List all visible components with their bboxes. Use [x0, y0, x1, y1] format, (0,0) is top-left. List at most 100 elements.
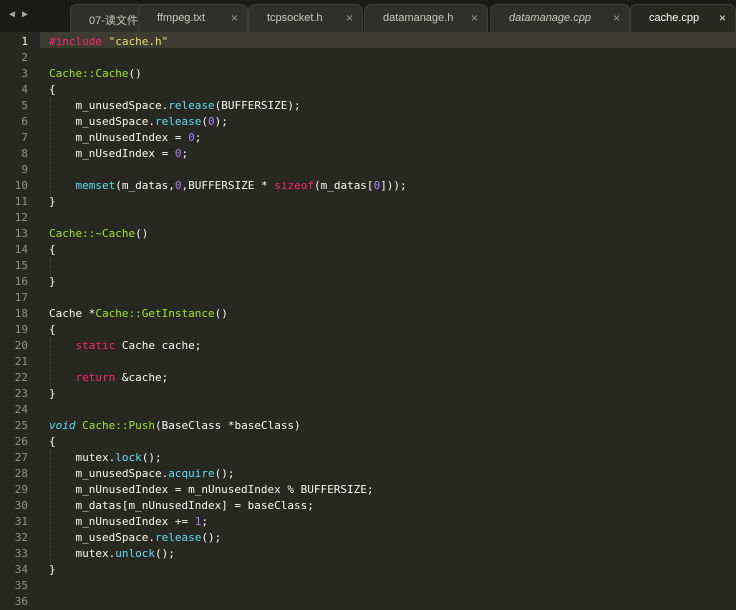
code-token: mutex. — [49, 451, 116, 464]
code-line[interactable]: m_unusedSpace.acquire(); — [49, 466, 234, 482]
code-token: &cache; — [115, 371, 169, 384]
line-number: 5 — [21, 99, 28, 112]
code-token: return — [75, 371, 116, 384]
tab-ffmpeg-txt[interactable]: ffmpeg.txt × — [138, 4, 248, 32]
code-token: ,BUFFERSIZE * — [181, 179, 275, 192]
code-line[interactable]: return &cache; — [49, 370, 169, 386]
line-number: 30 — [14, 499, 28, 512]
indent-guide — [50, 450, 51, 562]
code-token: m_datas[m_nUnusedIndex] = baseClass; — [49, 499, 314, 512]
tab-label: ffmpeg.txt — [157, 12, 206, 24]
line-number: 8 — [21, 147, 28, 160]
code-line[interactable]: Cache *Cache::GetInstance() — [49, 306, 228, 322]
code-line[interactable]: Cache::~Cache() — [49, 226, 148, 242]
code-line[interactable]: m_datas[m_nUnusedIndex] = baseClass; — [49, 498, 314, 514]
code-token: Cache::Push — [82, 419, 155, 432]
code-token: 0 — [207, 115, 215, 128]
indent-guide — [50, 258, 51, 274]
code-line[interactable]: m_usedSpace.release(0); — [49, 114, 228, 130]
code-line[interactable]: { — [49, 434, 56, 450]
code-token: memset — [75, 179, 116, 192]
tab-label: tcpsocket.h — [267, 12, 323, 24]
code-token: 0 — [188, 131, 195, 144]
code-line[interactable]: memset(m_datas,0,BUFFERSIZE * sizeof(m_d… — [49, 178, 407, 194]
code-line[interactable]: Cache::Cache() — [49, 66, 142, 82]
code-line[interactable]: m_nUnusedIndex += 1; — [49, 514, 207, 530]
code-token: { — [49, 435, 56, 448]
back-arrow-icon[interactable]: ◀ — [9, 9, 15, 20]
code-token: (); — [154, 547, 175, 560]
code-token: () — [214, 307, 228, 320]
code-line[interactable]: #include "cache.h" — [49, 34, 168, 50]
indent-guide — [50, 98, 51, 194]
code-editor[interactable]: #include "cache.h" Cache::Cache(){ m_unus… — [0, 32, 736, 608]
line-number: 34 — [14, 563, 28, 576]
code-token: m_nUnusedIndex = m_nUnusedIndex % BUFFER… — [49, 483, 374, 496]
code-line[interactable]: { — [49, 322, 56, 338]
code-token: (); — [141, 451, 162, 464]
code-line[interactable]: { — [49, 242, 56, 258]
code-token: { — [49, 243, 56, 256]
code-line[interactable]: mutex.unlock(); — [49, 546, 175, 562]
tab-label: cache.cpp — [649, 12, 700, 24]
line-number: 27 — [14, 451, 28, 464]
code-token: } — [49, 563, 56, 576]
close-icon[interactable]: × — [346, 11, 353, 25]
indent-guide — [50, 338, 51, 386]
code-line[interactable]: } — [49, 386, 56, 402]
code-line[interactable]: } — [49, 194, 56, 210]
code-line[interactable]: mutex.lock(); — [49, 450, 162, 466]
code-line[interactable]: m_nUsedIndex = 0; — [49, 146, 188, 162]
line-number: 6 — [21, 115, 28, 128]
code-token: } — [49, 195, 56, 208]
code-token: m_usedSpace. — [49, 531, 155, 544]
code-token: () — [135, 227, 149, 240]
code-token: mutex. — [49, 547, 116, 560]
code-token: m_usedSpace. — [49, 115, 155, 128]
code-token: (BUFFERSIZE); — [214, 99, 301, 112]
code-line[interactable]: } — [49, 562, 56, 578]
tab-datamanage-cpp[interactable]: datamanage.cpp × — [490, 4, 630, 32]
close-icon[interactable]: × — [613, 11, 620, 25]
code-line[interactable]: m_nUnusedIndex = 0; — [49, 130, 201, 146]
tab-cache-cpp[interactable]: cache.cpp × — [630, 4, 736, 32]
code-line[interactable]: static Cache cache; — [49, 338, 202, 354]
code-token: unlock — [115, 547, 155, 560]
code-token: m_unusedSpace. — [49, 467, 169, 480]
code-token: } — [49, 275, 56, 288]
code-token: ); — [214, 115, 228, 128]
line-number: 19 — [14, 323, 28, 336]
line-number: 1 — [21, 35, 28, 48]
code-token: m_nUsedIndex = — [49, 147, 175, 160]
tab-tcpsocket-h[interactable]: tcpsocket.h × — [248, 4, 363, 32]
code-token: Cache::Cache — [49, 67, 129, 80]
code-line[interactable]: { — [49, 82, 56, 98]
tab-bar: ◀ ▶ 07-读文件f ffmpeg.txt × tcpsocket.h × d… — [0, 0, 736, 33]
code-token: static — [75, 339, 116, 352]
code-token: m_nUnusedIndex = — [49, 131, 189, 144]
close-icon[interactable]: × — [471, 11, 478, 25]
close-icon[interactable]: × — [231, 11, 238, 25]
code-line[interactable]: m_unusedSpace.release(BUFFERSIZE); — [49, 98, 301, 114]
code-token: Cache * — [49, 307, 96, 320]
code-line[interactable]: m_nUnusedIndex = m_nUnusedIndex % BUFFER… — [49, 482, 374, 498]
code-token: "cache.h" — [108, 35, 169, 48]
code-token: () — [128, 67, 142, 80]
tab-datamanage-h[interactable]: datamanage.h × — [364, 4, 488, 32]
line-number: 7 — [21, 131, 28, 144]
code-token: Cache cache; — [115, 339, 202, 352]
code-token: acquire — [168, 467, 215, 480]
line-number: 17 — [14, 291, 28, 304]
code-line[interactable]: } — [49, 274, 56, 290]
code-token: sizeof — [274, 179, 314, 192]
code-line[interactable]: void Cache::Push(BaseClass *baseClass) — [49, 418, 301, 434]
tab-label: datamanage.h — [383, 12, 454, 24]
line-number: 29 — [14, 483, 28, 496]
close-icon[interactable]: × — [719, 11, 726, 25]
code-token: m_nUnusedIndex += — [49, 515, 195, 528]
line-number: 28 — [14, 467, 28, 480]
code-token: lock — [115, 451, 142, 464]
forward-arrow-icon[interactable]: ▶ — [22, 9, 28, 20]
code-line[interactable]: m_usedSpace.release(); — [49, 530, 221, 546]
